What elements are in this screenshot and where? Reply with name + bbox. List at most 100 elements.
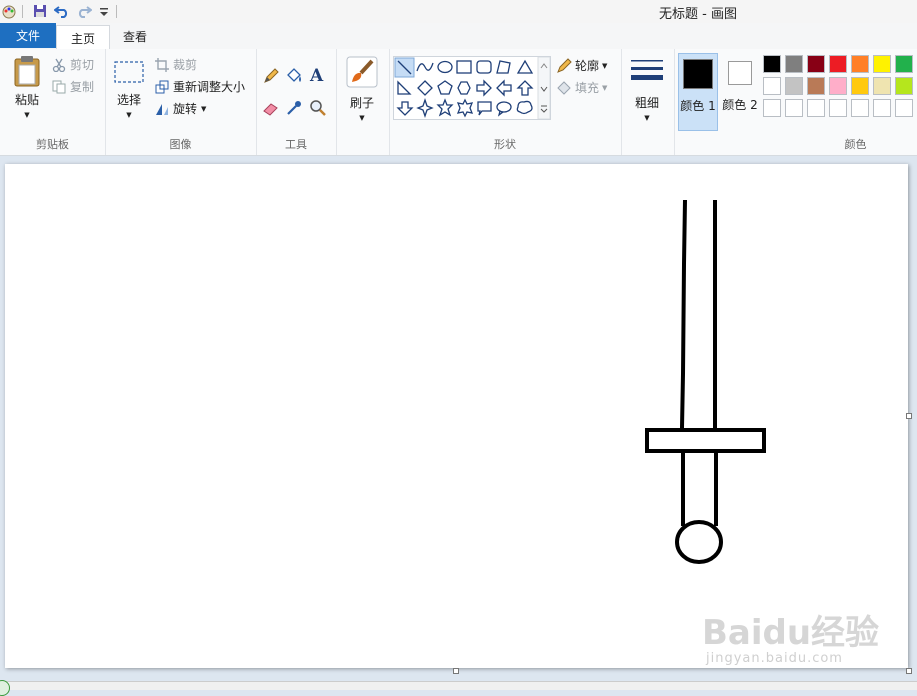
palette-swatch[interactable] [895,99,913,117]
shapes-group: 轮廓 ▼ 填充 ▼ 形状 [389,49,622,155]
tab-view[interactable]: 查看 [110,25,160,48]
scissors-icon [52,58,66,72]
outline-pencil-icon [557,57,572,73]
cut-label: 剪切 [70,58,95,72]
size-button[interactable]: 粗细 ▼ [628,57,666,122]
title-bar: 无标题 - 画图 [0,0,917,24]
resize-label: 重新调整大小 [173,80,246,94]
pencil-tool[interactable] [262,67,280,85]
palette-swatch[interactable] [851,55,869,73]
fill-tool[interactable] [285,67,303,85]
thermometer-drawing [645,199,766,564]
fill-bucket-icon [557,80,571,95]
resize-button[interactable]: 重新调整大小 [155,78,245,95]
color2-label: 颜色 2 [722,98,758,112]
rotate-button[interactable]: 旋转 ▼ [155,100,206,117]
fill-shape-button[interactable]: 填充 ▼ [556,79,607,96]
palette-swatch[interactable] [763,55,781,73]
paste-button[interactable]: 粘贴 ▼ [8,55,46,119]
color2-swatch [728,61,752,85]
clipboard-icon [14,56,40,87]
magnifier-icon [310,100,326,116]
color-palette [763,55,917,121]
palette-swatch[interactable] [785,99,803,117]
rotate-label: 旋转 [173,102,198,116]
outline-label: 轮廓 [575,59,600,73]
clipboard-group: 粘贴 ▼ 剪切 复制 剪贴板 [0,49,106,155]
resize-handle-bottom[interactable] [453,668,459,674]
size-label: 粗细 [634,96,659,110]
paint-bucket-icon [287,68,301,82]
palette-swatch[interactable] [873,77,891,95]
shapes-group-label: 形状 [494,138,516,151]
crop-button[interactable]: 裁剪 [155,56,197,73]
watermark-url: jingyan.baidu.com [706,651,843,666]
resize-handle-right[interactable] [906,413,912,419]
palette-swatch[interactable] [763,99,781,117]
tab-file[interactable]: 文件 [0,23,56,48]
text-a-icon: A [310,66,324,86]
resize-handle-corner[interactable] [906,668,912,674]
line-thickness-icon [631,60,663,80]
palette-swatch[interactable] [763,77,781,95]
palette-swatch[interactable] [807,77,825,95]
canvas-area: Baidu经验 jingyan.baidu.com [0,156,917,689]
paste-label: 粘贴 [14,93,39,107]
brush-button[interactable]: 刷子 ▼ [344,56,380,122]
rotate-icon [156,103,168,115]
cut-button[interactable]: 剪切 [52,56,94,73]
select-label: 选择 [116,93,141,107]
crop-icon [155,57,169,72]
status-indicator-icon [0,680,10,696]
chevron-down-icon: ▼ [201,104,207,113]
watermark-brand: Baidu经验 [702,613,880,653]
palette-swatch[interactable] [851,99,869,117]
palette-swatch[interactable] [829,99,847,117]
palette-swatch[interactable] [895,77,913,95]
drawing-canvas[interactable]: Baidu经验 jingyan.baidu.com [5,164,908,668]
tab-home[interactable]: 主页 [56,25,110,50]
palette-swatch[interactable] [829,77,847,95]
tools-group-label: 工具 [285,138,307,151]
color2-button[interactable]: 颜色 2 [720,53,760,131]
color1-button[interactable]: 颜色 1 [678,53,718,131]
tools-group: A 工具 [256,49,337,155]
chevron-down-icon: ▼ [602,61,608,70]
chevron-down-icon: ▼ [644,114,650,122]
color-picker-tool[interactable] [285,99,303,117]
colors-group: 颜色 1 颜色 2 颜色 [674,49,917,155]
palette-swatch[interactable] [873,55,891,73]
outline-button[interactable]: 轮廓 ▼ [556,57,607,74]
crop-label: 裁剪 [173,58,198,72]
color1-swatch [683,59,713,89]
ribbon-tabs: 文件 主页 查看 [0,23,917,50]
select-button[interactable]: 选择 ▼ [111,59,147,119]
palette-swatch[interactable] [895,55,913,73]
brush-label: 刷子 [349,96,374,110]
drawing [645,199,766,564]
palette-swatch[interactable] [807,55,825,73]
palette-swatch[interactable] [829,55,847,73]
palette-swatch[interactable] [807,99,825,117]
magnifier-tool[interactable] [309,99,327,117]
resize-icon [155,80,169,93]
chevron-down-icon: ▼ [359,114,365,122]
palette-swatch[interactable] [873,99,891,117]
palette-swatch[interactable] [785,55,803,73]
pencil-icon [264,68,279,83]
clipboard-group-label: 剪贴板 [36,138,69,151]
fill-label: 填充 [575,81,600,95]
image-group: 选择 ▼ 裁剪 重新调整大小 旋转 ▼ 图像 [105,49,257,155]
chevron-down-icon: ▼ [602,83,608,92]
text-tool[interactable]: A [310,66,323,86]
brush-group: 刷子 ▼ [336,49,390,155]
palette-swatch[interactable] [785,77,803,95]
selection-rectangle-icon [114,61,144,83]
window-title: 无标题 - 画图 [659,7,737,22]
colors-group-label: 颜色 [844,138,867,151]
shape-icons [394,56,551,120]
eraser-tool[interactable] [262,99,280,117]
copy-button[interactable]: 复制 [52,78,94,95]
palette-swatch[interactable] [851,77,869,95]
brush-icon [346,56,378,88]
